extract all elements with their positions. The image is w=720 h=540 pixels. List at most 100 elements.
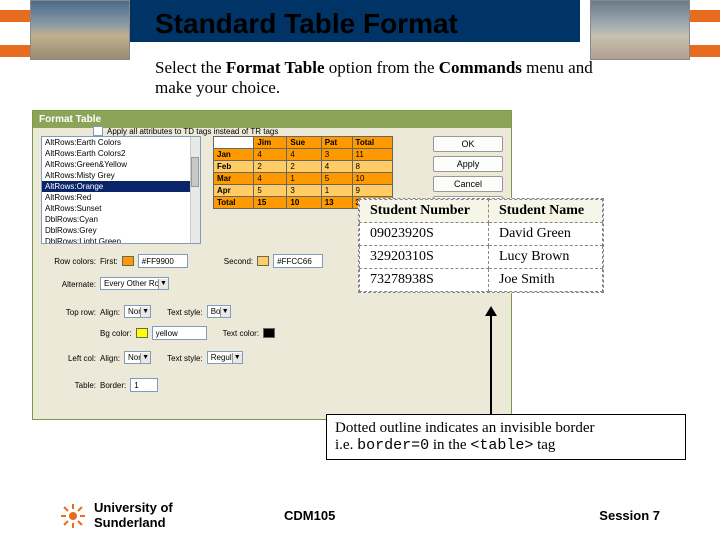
text: in the bbox=[429, 437, 470, 453]
session-number: Session 7 bbox=[599, 508, 660, 523]
color-swatch-text[interactable] bbox=[263, 328, 275, 338]
text: University of bbox=[94, 500, 173, 515]
arrow-head-icon bbox=[485, 306, 497, 316]
preview-cell: 10 bbox=[287, 197, 321, 209]
toprow-row1: Top row: Align: None ▼ Text style: Bold … bbox=[41, 306, 231, 318]
list-item[interactable]: AltRows:Misty Grey bbox=[42, 170, 200, 181]
toprow-row2: Bg color: yellow Text color: bbox=[41, 326, 275, 340]
text: option from the bbox=[325, 58, 439, 77]
label: Second: bbox=[224, 257, 253, 266]
format-preset-listbox[interactable]: AltRows:Earth ColorsAltRows:Earth Colors… bbox=[41, 136, 201, 244]
list-item[interactable]: AltRows:Earth Colors bbox=[42, 137, 200, 148]
list-item[interactable]: AltRows:Earth Colors2 bbox=[42, 148, 200, 159]
preview-cell: 15 bbox=[254, 197, 287, 209]
table-row: 73278938S Joe Smith bbox=[360, 269, 603, 292]
preview-cell: 11 bbox=[352, 149, 392, 161]
preview-cell: 4 bbox=[321, 161, 352, 173]
preview-cell: 5 bbox=[254, 185, 287, 197]
label: Text color: bbox=[223, 329, 259, 338]
color-swatch-bg[interactable] bbox=[136, 328, 148, 338]
header-photo-left bbox=[30, 0, 130, 60]
alternate-dropdown[interactable]: Every Other Row ▼ bbox=[100, 278, 169, 290]
header-photo-right bbox=[590, 0, 690, 60]
text-bold: Commands bbox=[439, 58, 522, 77]
cancel-button[interactable]: Cancel bbox=[433, 176, 503, 192]
decoration-bar bbox=[690, 45, 720, 57]
arrow-line bbox=[490, 310, 492, 416]
sun-logo-icon bbox=[60, 503, 86, 529]
text-bold: Format Table bbox=[226, 58, 325, 77]
first-color-field[interactable]: #FF9900 bbox=[138, 254, 188, 268]
preview-cell: Total bbox=[214, 197, 254, 209]
preview-cell: 3 bbox=[321, 149, 352, 161]
label: Text style: bbox=[167, 308, 203, 317]
scrollbar-track[interactable] bbox=[190, 137, 200, 243]
leftcol-textstyle-dropdown[interactable]: Regular ▼ bbox=[207, 352, 243, 364]
preview-cell: 10 bbox=[352, 173, 392, 185]
list-item[interactable]: AltRows:Sunset bbox=[42, 203, 200, 214]
table-header-cell: Student Name bbox=[488, 200, 602, 223]
code-text: border=0 bbox=[357, 437, 429, 454]
preview-cell: 4 bbox=[254, 149, 287, 161]
label: Left col: bbox=[41, 354, 96, 363]
scrollbar-thumb[interactable] bbox=[191, 157, 199, 187]
ok-button[interactable]: OK bbox=[433, 136, 503, 152]
chevron-down-icon: ▼ bbox=[140, 307, 150, 317]
dialog-body: AltRows:Earth ColorsAltRows:Earth Colors… bbox=[33, 128, 511, 144]
border-field[interactable]: 1 bbox=[130, 378, 158, 392]
preview-cell: 4 bbox=[287, 149, 321, 161]
toprow-textstyle-dropdown[interactable]: Bold ▼ bbox=[207, 306, 231, 318]
color-swatch-first[interactable] bbox=[122, 256, 134, 266]
text: i.e. bbox=[335, 437, 357, 453]
text: Sunderland bbox=[94, 515, 166, 530]
preview-cell: Jan bbox=[214, 149, 254, 161]
table-cell: 09023920S bbox=[360, 223, 489, 246]
td-attributes-checkbox[interactable] bbox=[93, 126, 103, 136]
toprow-align-dropdown[interactable]: None ▼ bbox=[124, 306, 151, 318]
preview-cell: 2 bbox=[254, 161, 287, 173]
table-cell: Joe Smith bbox=[488, 269, 602, 292]
chevron-down-icon: ▼ bbox=[232, 353, 242, 363]
list-item[interactable]: DblRows:Light Green bbox=[42, 236, 200, 244]
label: Bg color: bbox=[100, 329, 132, 338]
preview-header-cell bbox=[214, 137, 254, 149]
instruction-text: Select the Format Table option from the … bbox=[155, 58, 595, 98]
list-item[interactable]: DblRows:Grey bbox=[42, 225, 200, 236]
leftcol-row: Left col: Align: None ▼ Text style: Regu… bbox=[41, 352, 243, 364]
preview-cell: 5 bbox=[321, 173, 352, 185]
alternate-row: Alternate: Every Other Row ▼ bbox=[41, 278, 169, 290]
second-color-field[interactable]: #FFCC66 bbox=[273, 254, 323, 268]
label: Text style: bbox=[167, 354, 203, 363]
university-name: University of Sunderland bbox=[94, 501, 204, 530]
code-text: <table> bbox=[470, 437, 533, 454]
table-row: 32920310S Lucy Brown bbox=[360, 246, 603, 269]
preview-cell: 8 bbox=[352, 161, 392, 173]
leftcol-align-dropdown[interactable]: None ▼ bbox=[124, 352, 151, 364]
preview-cell: 3 bbox=[287, 185, 321, 197]
table-cell: David Green bbox=[488, 223, 602, 246]
preview-row: Jan44311 bbox=[214, 149, 393, 161]
text: Select the bbox=[155, 58, 226, 77]
list-item[interactable]: DblRows:Cyan bbox=[42, 214, 200, 225]
td-attributes-checkbox-row: Apply all attributes to TD tags instead … bbox=[93, 126, 278, 136]
text: tag bbox=[533, 437, 555, 453]
preview-cell: 9 bbox=[352, 185, 392, 197]
apply-button[interactable]: Apply bbox=[433, 156, 503, 172]
preview-cell: Mar bbox=[214, 173, 254, 185]
table-cell: Lucy Brown bbox=[488, 246, 602, 269]
list-item[interactable]: AltRows:Green&Yellow bbox=[42, 159, 200, 170]
list-item[interactable]: AltRows:Red bbox=[42, 192, 200, 203]
table-row: 09023920S David Green bbox=[360, 223, 603, 246]
label: Align: bbox=[100, 354, 120, 363]
bgcolor-field[interactable]: yellow bbox=[152, 326, 207, 340]
preview-header-cell: Jim bbox=[254, 137, 287, 149]
label: Border: bbox=[100, 381, 126, 390]
preview-cell: 2 bbox=[287, 161, 321, 173]
table-cell: 73278938S bbox=[360, 269, 489, 292]
chevron-down-icon: ▼ bbox=[140, 353, 150, 363]
color-swatch-second[interactable] bbox=[257, 256, 269, 266]
list-item[interactable]: AltRows:Orange bbox=[42, 181, 200, 192]
label: First: bbox=[100, 257, 118, 266]
preview-cell: 13 bbox=[321, 197, 352, 209]
label: Alternate: bbox=[41, 280, 96, 289]
